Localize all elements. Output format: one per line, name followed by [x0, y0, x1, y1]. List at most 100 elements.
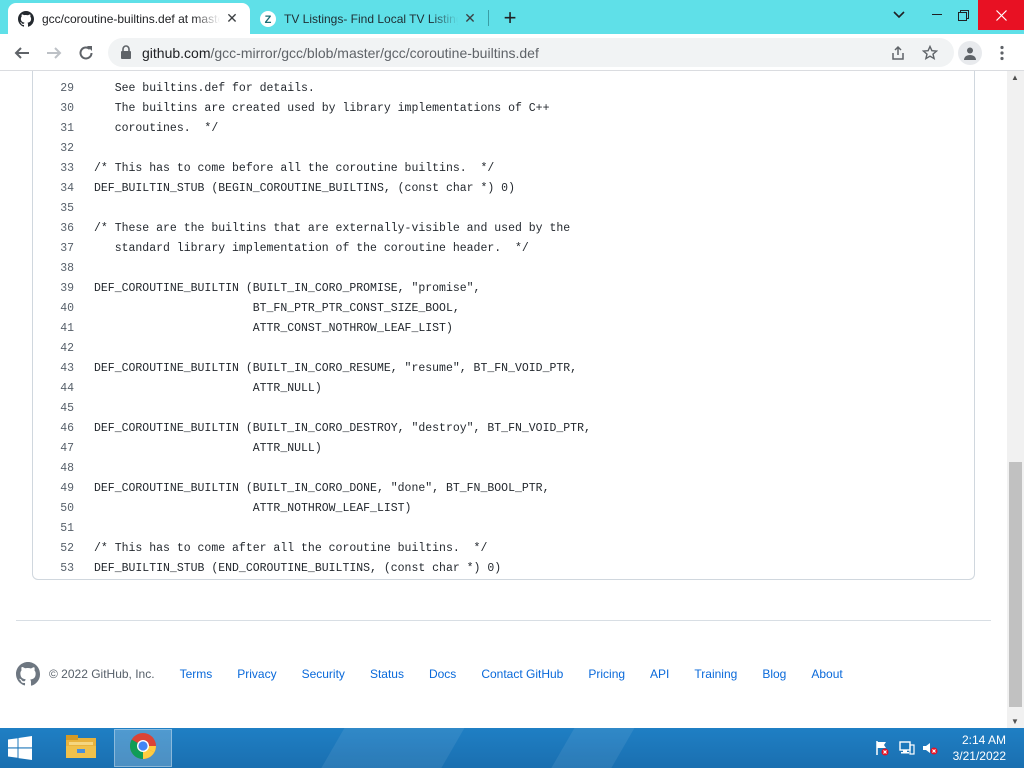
url-text[interactable]: github.com/gcc-mirror/gcc/blob/master/gc… [142, 45, 539, 61]
footer-link-about[interactable]: About [811, 667, 842, 681]
line-number[interactable]: 52 [33, 539, 74, 559]
footer-link-status[interactable]: Status [370, 667, 404, 681]
footer-divider [16, 620, 991, 621]
close-tab-icon[interactable]: ✕ [462, 10, 478, 27]
code-line: 28 [33, 71, 974, 79]
profile-avatar-icon[interactable] [958, 41, 982, 65]
footer-link-security[interactable]: Security [302, 667, 345, 681]
footer-link-api[interactable]: API [650, 667, 669, 681]
page-viewport: 2829 See builtins.def for details.30 The… [0, 71, 1007, 728]
line-number[interactable]: 49 [33, 479, 74, 499]
page-scrollbar[interactable]: ▲ ▼ [1007, 71, 1024, 728]
footer-link-training[interactable]: Training [694, 667, 737, 681]
restore-icon[interactable] [944, 0, 982, 30]
footer-link-contact[interactable]: Contact GitHub [481, 667, 563, 681]
reload-icon[interactable] [72, 39, 100, 67]
line-number[interactable]: 35 [33, 199, 74, 219]
line-content: /* This has to come before all the corou… [94, 162, 495, 175]
code-line: 48 [33, 459, 974, 479]
line-number[interactable]: 50 [33, 499, 74, 519]
code-line: 46 DEF_COROUTINE_BUILTIN (BUILT_IN_CORO_D… [33, 419, 974, 439]
network-icon[interactable] [899, 740, 915, 756]
line-number[interactable]: 37 [33, 239, 74, 259]
line-number[interactable]: 33 [33, 159, 74, 179]
line-number[interactable]: 51 [33, 519, 74, 539]
z-logo-icon: Z [260, 10, 276, 27]
tab-strip: gcc/coroutine-builtins.def at master · g… [0, 0, 1024, 34]
footer-link-privacy[interactable]: Privacy [237, 667, 276, 681]
tab-search-chevron-icon[interactable] [880, 0, 918, 30]
volume-muted-icon[interactable] [922, 740, 938, 756]
scroll-down-arrow-icon[interactable]: ▼ [1011, 717, 1019, 726]
forward-arrow-icon[interactable] [40, 39, 68, 67]
code-line: 33 /* This has to come before all the cor… [33, 159, 974, 179]
code-line: 50 ATTR_NOTHROW_LEAF_LIST) [33, 499, 974, 519]
taskbar-chrome[interactable] [114, 729, 172, 767]
url-path: /gcc-mirror/gcc/blob/master/gcc/coroutin… [210, 45, 539, 61]
action-center-flag-icon[interactable] [874, 740, 890, 756]
address-bar[interactable]: github.com/gcc-mirror/gcc/blob/master/gc… [108, 38, 954, 67]
system-clock[interactable]: 2:14 AM 3/21/2022 [953, 732, 1006, 764]
tab-github-file[interactable]: gcc/coroutine-builtins.def at master · g… [8, 3, 250, 34]
line-number[interactable]: 36 [33, 219, 74, 239]
github-mark-icon[interactable] [16, 662, 41, 686]
line-content: DEF_COROUTINE_BUILTIN (BUILT_IN_CORO_PRO… [94, 282, 481, 295]
tab-title: gcc/coroutine-builtins.def at master · g… [42, 11, 220, 26]
line-content: DEF_COROUTINE_BUILTIN (BUILT_IN_CORO_DON… [94, 482, 550, 495]
line-number[interactable]: 44 [33, 379, 74, 399]
share-icon[interactable] [888, 43, 908, 63]
code-viewer: 2829 See builtins.def for details.30 The… [32, 71, 975, 580]
code-line: 30 The builtins are created used by libr… [33, 99, 974, 119]
scrollbar-thumb[interactable] [1009, 462, 1022, 707]
line-number[interactable]: 43 [33, 359, 74, 379]
line-number[interactable]: 46 [33, 419, 74, 439]
lock-icon[interactable] [120, 45, 132, 64]
browser-menu-icon[interactable] [992, 43, 1012, 63]
line-number[interactable]: 32 [33, 139, 74, 159]
line-number[interactable]: 40 [33, 299, 74, 319]
footer-link-blog[interactable]: Blog [762, 667, 786, 681]
line-number[interactable]: 31 [33, 119, 74, 139]
line-number[interactable]: 38 [33, 259, 74, 279]
line-number[interactable]: 34 [33, 179, 74, 199]
code-line: 39 DEF_COROUTINE_BUILTIN (BUILT_IN_CORO_P… [33, 279, 974, 299]
tab-separator [488, 10, 489, 26]
scroll-up-arrow-icon[interactable]: ▲ [1011, 73, 1019, 82]
new-tab-button[interactable]: + [498, 5, 522, 30]
close-tab-icon[interactable]: ✕ [224, 10, 240, 27]
footer-copyright: © 2022 GitHub, Inc. [49, 667, 155, 681]
line-number[interactable]: 48 [33, 459, 74, 479]
line-number[interactable]: 39 [33, 279, 74, 299]
browser-toolbar: github.com/gcc-mirror/gcc/blob/master/gc… [0, 34, 1024, 71]
code-line: 53 DEF_BUILTIN_STUB (END_COROUTINE_BUILTI… [33, 559, 974, 579]
tab-title: TV Listings- Find Local TV Listings [284, 11, 458, 26]
windows-start-icon[interactable] [8, 736, 32, 760]
back-arrow-icon[interactable] [8, 39, 36, 67]
line-content: ATTR_NULL) [94, 442, 322, 455]
line-number[interactable]: 29 [33, 79, 74, 99]
code-line: 44 ATTR_NULL) [33, 379, 974, 399]
code-line: 35 [33, 199, 974, 219]
line-content: coroutines. */ [94, 122, 219, 135]
line-number[interactable]: 45 [33, 399, 74, 419]
footer-link-docs[interactable]: Docs [429, 667, 456, 681]
line-number[interactable]: 47 [33, 439, 74, 459]
footer-link-terms[interactable]: Terms [180, 667, 213, 681]
line-number[interactable]: 42 [33, 339, 74, 359]
taskbar-file-explorer[interactable] [52, 729, 110, 767]
clock-time: 2:14 AM [961, 733, 1006, 747]
line-number[interactable]: 41 [33, 319, 74, 339]
close-window-icon[interactable] [978, 0, 1024, 30]
svg-text:Z: Z [265, 14, 272, 26]
line-content: standard library implementation of the c… [94, 242, 529, 255]
line-number[interactable]: 28 [33, 71, 74, 79]
line-content: DEF_BUILTIN_STUB (END_COROUTINE_BUILTINS… [94, 562, 502, 575]
line-number[interactable]: 30 [33, 99, 74, 119]
footer-link-pricing[interactable]: Pricing [588, 667, 625, 681]
url-host: github.com [142, 45, 211, 61]
site-footer: © 2022 GitHub, Inc. Terms Privacy Securi… [16, 659, 991, 689]
line-number[interactable]: 53 [33, 559, 74, 579]
code-line: 34 DEF_BUILTIN_STUB (BEGIN_COROUTINE_BUIL… [33, 179, 974, 199]
bookmark-star-icon[interactable] [920, 43, 940, 63]
tab-tv-listings[interactable]: Z TV Listings- Find Local TV Listings ✕ [250, 3, 488, 34]
